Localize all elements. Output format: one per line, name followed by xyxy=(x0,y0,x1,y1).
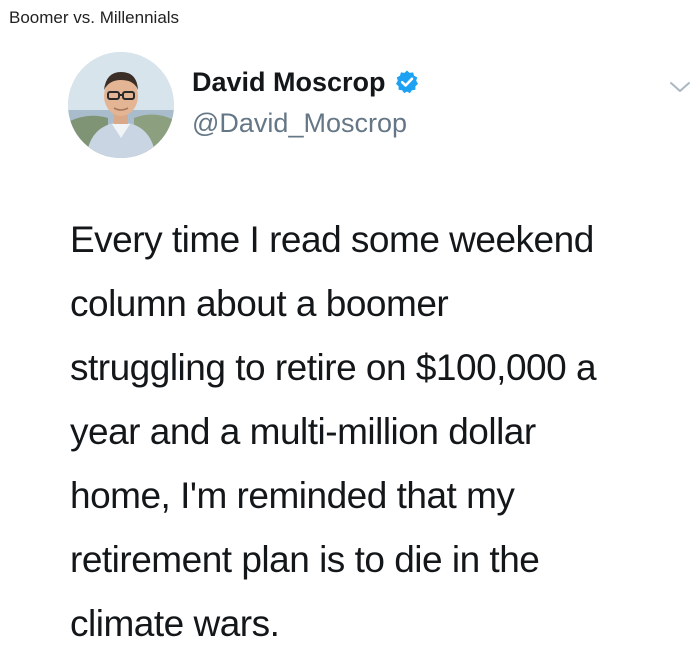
verified-badge-icon xyxy=(394,69,420,95)
profile-photo-avatar xyxy=(68,52,174,158)
tweet-text-line: climate wars. xyxy=(70,603,280,644)
author-handle[interactable]: @David_Moscrop xyxy=(192,106,407,140)
tweet-text-line: Every time I read some weekend xyxy=(70,219,594,260)
tweet-text-line: retirement plan is to die in the xyxy=(70,539,540,580)
tweet-text: Every time I read some weekend column ab… xyxy=(70,208,692,656)
author-name-row: David Moscrop xyxy=(192,66,420,98)
tweet-text-line: struggling to retire on $100,000 a xyxy=(70,347,597,388)
tweet-text-line: year and a multi-million dollar xyxy=(70,411,536,452)
avatar[interactable] xyxy=(68,52,174,158)
tweet-text-line: home, I'm reminded that my xyxy=(70,475,515,516)
tweet-text-line: column about a boomer xyxy=(70,283,449,324)
tweet-card: David Moscrop @David_Moscrop Every time … xyxy=(0,40,700,658)
chevron-down-icon[interactable] xyxy=(668,78,692,96)
post-title: Boomer vs. Millennials xyxy=(9,8,180,27)
display-name[interactable]: David Moscrop xyxy=(192,66,386,98)
